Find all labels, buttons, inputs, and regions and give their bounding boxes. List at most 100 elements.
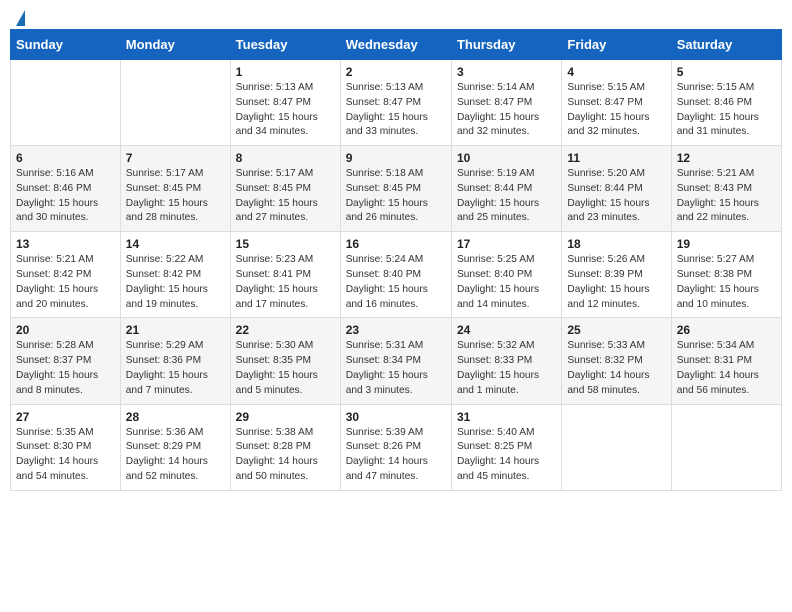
day-number: 27 (16, 410, 115, 424)
day-info: Sunrise: 5:40 AMSunset: 8:25 PMDaylight:… (457, 426, 556, 485)
day-info: Sunrise: 5:24 AMSunset: 8:40 PMDaylight:… (346, 253, 446, 312)
day-info: Sunrise: 5:22 AMSunset: 8:42 PMDaylight:… (126, 253, 225, 312)
header-friday: Friday (562, 30, 671, 60)
calendar-cell: 16 Sunrise: 5:24 AMSunset: 8:40 PMDayligh… (340, 232, 451, 318)
day-info: Sunrise: 5:28 AMSunset: 8:37 PMDaylight:… (16, 339, 115, 398)
calendar-cell: 17 Sunrise: 5:25 AMSunset: 8:40 PMDayligh… (451, 232, 561, 318)
day-number: 20 (16, 323, 115, 337)
day-info: Sunrise: 5:20 AMSunset: 8:44 PMDaylight:… (567, 167, 665, 226)
day-number: 28 (126, 410, 225, 424)
day-number: 12 (677, 151, 776, 165)
calendar-cell (120, 60, 230, 146)
calendar-week-4: 20 Sunrise: 5:28 AMSunset: 8:37 PMDayligh… (11, 318, 782, 404)
calendar-cell: 8Sunrise: 5:17 AMSunset: 8:45 PMDaylight… (230, 146, 340, 232)
day-info: Sunrise: 5:16 AMSunset: 8:46 PMDaylight:… (16, 167, 115, 226)
day-info: Sunrise: 5:23 AMSunset: 8:41 PMDaylight:… (236, 253, 335, 312)
day-number: 29 (236, 410, 335, 424)
day-number: 16 (346, 237, 446, 251)
day-number: 7 (126, 151, 225, 165)
day-info: Sunrise: 5:21 AMSunset: 8:43 PMDaylight:… (677, 167, 776, 226)
day-info: Sunrise: 5:39 AMSunset: 8:26 PMDaylight:… (346, 426, 446, 485)
day-info: Sunrise: 5:19 AMSunset: 8:44 PMDaylight:… (457, 167, 556, 226)
day-info: Sunrise: 5:15 AMSunset: 8:47 PMDaylight:… (567, 81, 665, 140)
calendar-cell: 20 Sunrise: 5:28 AMSunset: 8:37 PMDayligh… (11, 318, 121, 404)
calendar-week-5: 27 Sunrise: 5:35 AMSunset: 8:30 PMDayligh… (11, 404, 782, 490)
day-number: 1 (236, 65, 335, 79)
calendar-week-3: 13 Sunrise: 5:21 AMSunset: 8:42 PMDayligh… (11, 232, 782, 318)
day-number: 8 (236, 151, 335, 165)
header-sunday: Sunday (11, 30, 121, 60)
day-number: 6 (16, 151, 115, 165)
calendar-cell (562, 404, 671, 490)
calendar-cell: 21Sunrise: 5:29 AMSunset: 8:36 PMDayligh… (120, 318, 230, 404)
calendar-cell: 11 Sunrise: 5:20 AMSunset: 8:44 PMDayligh… (562, 146, 671, 232)
day-number: 9 (346, 151, 446, 165)
day-number: 2 (346, 65, 446, 79)
day-number: 25 (567, 323, 665, 337)
calendar-cell: 19 Sunrise: 5:27 AMSunset: 8:38 PMDayligh… (671, 232, 781, 318)
day-info: Sunrise: 5:27 AMSunset: 8:38 PMDaylight:… (677, 253, 776, 312)
day-info: Sunrise: 5:17 AMSunset: 8:45 PMDaylight:… (126, 167, 225, 226)
calendar-cell: 1 Sunrise: 5:13 AMSunset: 8:47 PMDaylight… (230, 60, 340, 146)
day-number: 18 (567, 237, 665, 251)
calendar-cell: 26 Sunrise: 5:34 AMSunset: 8:31 PMDayligh… (671, 318, 781, 404)
day-number: 22 (236, 323, 335, 337)
calendar-header-row: SundayMondayTuesdayWednesdayThursdayFrid… (11, 30, 782, 60)
day-number: 13 (16, 237, 115, 251)
calendar-cell: 2 Sunrise: 5:13 AMSunset: 8:47 PMDaylight… (340, 60, 451, 146)
day-info: Sunrise: 5:30 AMSunset: 8:35 PMDaylight:… (236, 339, 335, 398)
logo (14, 10, 25, 21)
day-info: Sunrise: 5:13 AMSunset: 8:47 PMDaylight:… (236, 81, 335, 140)
day-number: 15 (236, 237, 335, 251)
day-info: Sunrise: 5:18 AMSunset: 8:45 PMDaylight:… (346, 167, 446, 226)
calendar-week-2: 6 Sunrise: 5:16 AMSunset: 8:46 PMDaylight… (11, 146, 782, 232)
day-number: 3 (457, 65, 556, 79)
day-info: Sunrise: 5:35 AMSunset: 8:30 PMDaylight:… (16, 426, 115, 485)
calendar-cell: 4 Sunrise: 5:15 AMSunset: 8:47 PMDaylight… (562, 60, 671, 146)
calendar-cell: 25 Sunrise: 5:33 AMSunset: 8:32 PMDayligh… (562, 318, 671, 404)
calendar-cell: 24Sunrise: 5:32 AMSunset: 8:33 PMDayligh… (451, 318, 561, 404)
day-number: 19 (677, 237, 776, 251)
calendar-cell: 30 Sunrise: 5:39 AMSunset: 8:26 PMDayligh… (340, 404, 451, 490)
day-number: 4 (567, 65, 665, 79)
day-number: 10 (457, 151, 556, 165)
day-number: 23 (346, 323, 446, 337)
day-info: Sunrise: 5:25 AMSunset: 8:40 PMDaylight:… (457, 253, 556, 312)
page-header (10, 10, 782, 21)
header-tuesday: Tuesday (230, 30, 340, 60)
day-info: Sunrise: 5:32 AMSunset: 8:33 PMDaylight:… (457, 339, 556, 398)
calendar-cell (671, 404, 781, 490)
day-number: 26 (677, 323, 776, 337)
day-number: 5 (677, 65, 776, 79)
day-info: Sunrise: 5:21 AMSunset: 8:42 PMDaylight:… (16, 253, 115, 312)
header-monday: Monday (120, 30, 230, 60)
calendar-cell: 3 Sunrise: 5:14 AMSunset: 8:47 PMDaylight… (451, 60, 561, 146)
day-info: Sunrise: 5:14 AMSunset: 8:47 PMDaylight:… (457, 81, 556, 140)
day-info: Sunrise: 5:34 AMSunset: 8:31 PMDaylight:… (677, 339, 776, 398)
header-wednesday: Wednesday (340, 30, 451, 60)
day-number: 11 (567, 151, 665, 165)
calendar-cell: 31Sunrise: 5:40 AMSunset: 8:25 PMDayligh… (451, 404, 561, 490)
calendar: SundayMondayTuesdayWednesdayThursdayFrid… (10, 29, 782, 491)
calendar-cell: 5 Sunrise: 5:15 AMSunset: 8:46 PMDaylight… (671, 60, 781, 146)
calendar-cell: 10 Sunrise: 5:19 AMSunset: 8:44 PMDayligh… (451, 146, 561, 232)
logo-triangle-icon (16, 10, 25, 26)
calendar-week-1: 1 Sunrise: 5:13 AMSunset: 8:47 PMDaylight… (11, 60, 782, 146)
day-info: Sunrise: 5:31 AMSunset: 8:34 PMDaylight:… (346, 339, 446, 398)
day-info: Sunrise: 5:33 AMSunset: 8:32 PMDaylight:… (567, 339, 665, 398)
day-info: Sunrise: 5:36 AMSunset: 8:29 PMDaylight:… (126, 426, 225, 485)
day-number: 21 (126, 323, 225, 337)
calendar-cell: 6 Sunrise: 5:16 AMSunset: 8:46 PMDaylight… (11, 146, 121, 232)
day-info: Sunrise: 5:15 AMSunset: 8:46 PMDaylight:… (677, 81, 776, 140)
day-number: 17 (457, 237, 556, 251)
calendar-cell: 22 Sunrise: 5:30 AMSunset: 8:35 PMDayligh… (230, 318, 340, 404)
day-number: 14 (126, 237, 225, 251)
calendar-cell: 7 Sunrise: 5:17 AMSunset: 8:45 PMDaylight… (120, 146, 230, 232)
day-number: 30 (346, 410, 446, 424)
calendar-cell: 9 Sunrise: 5:18 AMSunset: 8:45 PMDaylight… (340, 146, 451, 232)
header-saturday: Saturday (671, 30, 781, 60)
header-thursday: Thursday (451, 30, 561, 60)
calendar-cell: 14 Sunrise: 5:22 AMSunset: 8:42 PMDayligh… (120, 232, 230, 318)
calendar-cell: 27 Sunrise: 5:35 AMSunset: 8:30 PMDayligh… (11, 404, 121, 490)
day-info: Sunrise: 5:13 AMSunset: 8:47 PMDaylight:… (346, 81, 446, 140)
